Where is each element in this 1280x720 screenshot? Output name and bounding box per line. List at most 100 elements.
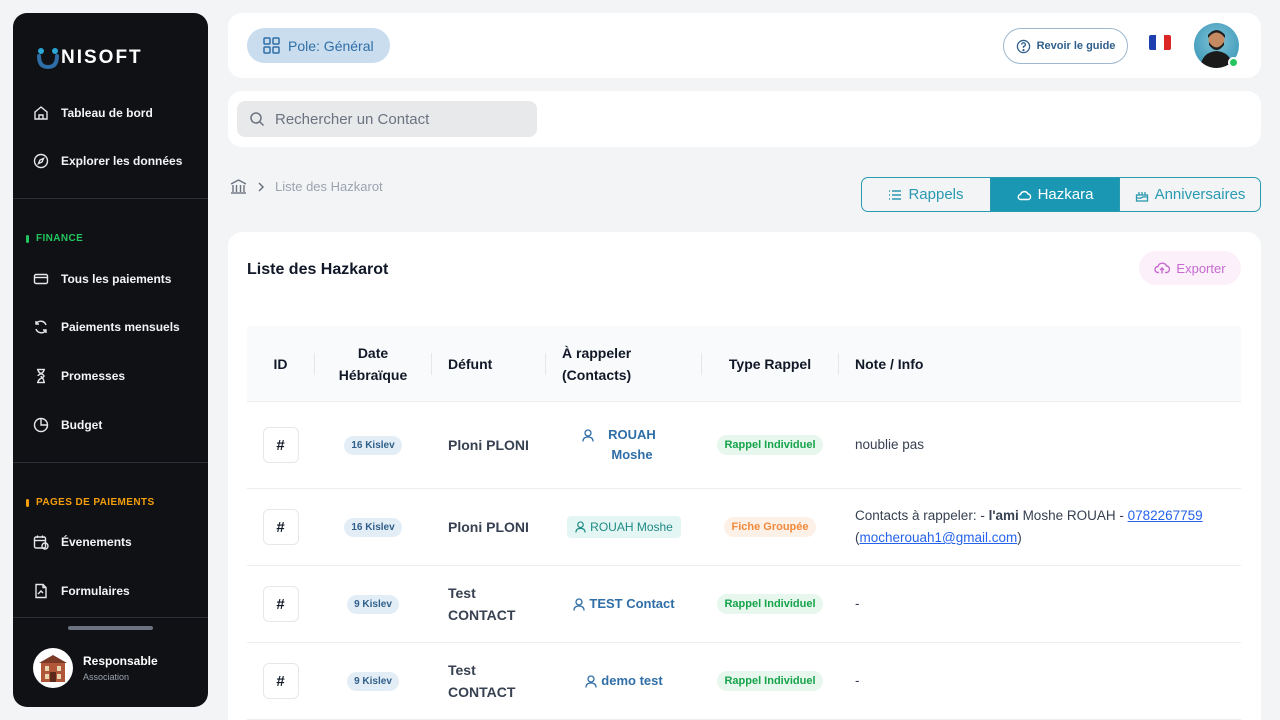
help-circle-icon [1016, 39, 1030, 53]
sidebar-divider [13, 198, 208, 199]
sidebar-item-all-payments[interactable]: Tous les paiements [33, 271, 171, 287]
contact-cell: TEST Contact [562, 566, 686, 642]
user-icon [582, 429, 594, 442]
contact-link[interactable]: ROUAH Moshe [582, 425, 666, 465]
column-separator [431, 353, 432, 375]
tab-hazkara[interactable]: Hazkara [991, 178, 1119, 211]
email-link[interactable]: mocherouah1@gmail.com [860, 530, 1018, 545]
note-cell: noublie pas [855, 402, 1235, 488]
sidebar-item-explore[interactable]: Explorer les données [33, 153, 182, 169]
sidebar-divider [13, 462, 208, 463]
breadcrumb: Liste des Hazkarot [230, 179, 383, 194]
sidebar-item-label: Paiements mensuels [61, 320, 180, 334]
note-cell: Contacts à rappeler: - l'ami Moshe ROUAH… [855, 489, 1235, 565]
section-marker [26, 498, 29, 507]
type-cell: Rappel Individuel [702, 566, 838, 642]
table-row[interactable]: # 16 Kislev Ploni PLONI ROUAH Moshe Fich… [247, 489, 1241, 566]
pole-selector[interactable]: Pole: Général [247, 28, 390, 63]
section-label-payment-pages: PAGES DE PAIEMENTS [26, 497, 155, 508]
column-header-date[interactable]: Date Hébraïque [315, 326, 431, 402]
hebrew-date-badge: 9 Kislev [347, 671, 399, 691]
date-cell: 16 Kislev [315, 489, 431, 565]
date-cell: 9 Kislev [315, 566, 431, 642]
defunt-cell: Test CONTACT [448, 566, 528, 642]
defunt-name: Test CONTACT [448, 662, 516, 700]
contact-name: demo test [601, 673, 663, 688]
note-paren-close: ) [1017, 530, 1022, 545]
contact-chip[interactable]: ROUAH Moshe [567, 516, 681, 538]
credit-card-icon [33, 273, 49, 285]
row-id-button[interactable]: # [262, 427, 299, 463]
guide-button[interactable]: Revoir le guide [1003, 28, 1128, 64]
tab-anniversaires[interactable]: Anniversaires [1119, 178, 1260, 211]
defunt-cell: Ploni PLONI [448, 402, 548, 488]
column-header-id[interactable]: ID [247, 326, 314, 402]
sidebar-item-promises[interactable]: Promesses [33, 368, 125, 384]
user-icon [585, 674, 597, 688]
user-profile[interactable]: Responsable Association [33, 648, 158, 688]
column-header-text: À rappeler (Contacts) [562, 345, 632, 383]
table-row[interactable]: # 16 Kislev Ploni PLONI ROUAH Moshe Rapp… [247, 402, 1241, 489]
home-icon [34, 106, 48, 120]
refresh-icon [35, 320, 47, 334]
chevron-right-icon [258, 181, 265, 192]
user-icon [573, 597, 586, 611]
hourglass-icon [37, 368, 45, 384]
column-header-contacts[interactable]: À rappeler (Contacts) [562, 326, 672, 402]
type-badge: Rappel Individuel [717, 435, 823, 455]
type-cell: Fiche Groupée [702, 489, 838, 565]
defunt-name: Ploni PLONI [448, 519, 529, 535]
date-cell: 16 Kislev [315, 402, 431, 488]
table-row[interactable]: # 9 Kislev Test CONTACT TEST Contact Rap… [247, 566, 1241, 643]
contact-cell: ROUAH Moshe [562, 402, 686, 488]
sidebar-item-forms[interactable]: Formulaires [33, 583, 130, 599]
contact-cell: demo test [562, 643, 686, 719]
cake-icon [1135, 191, 1148, 202]
column-header-note[interactable]: Note / Info [855, 326, 1055, 402]
phone-link[interactable]: 0782267759 [1128, 508, 1203, 523]
note-contact-name: Moshe ROUAH - [1018, 508, 1128, 523]
note-text: noublie pas [855, 437, 925, 452]
bank-icon[interactable] [230, 179, 247, 194]
id-cell: # [247, 643, 314, 719]
tab-label: Hazkara [1037, 186, 1094, 203]
sidebar-item-budget[interactable]: Budget [33, 417, 102, 433]
section-label-finance: FINANCE [26, 233, 83, 244]
row-id-button[interactable]: # [262, 586, 299, 622]
contact-link[interactable]: demo test [585, 671, 663, 691]
tab-rappels[interactable]: Rappels [862, 178, 991, 211]
type-badge: Rappel Individuel [717, 671, 823, 691]
row-id-button[interactable]: # [262, 509, 299, 545]
export-label: Exporter [1176, 260, 1226, 276]
sidebar-item-label: Promesses [61, 369, 126, 383]
sidebar-item-dashboard[interactable]: Tableau de bord [33, 105, 153, 121]
section-marker [26, 234, 29, 243]
export-button[interactable]: Exporter [1139, 251, 1241, 285]
defunt-name: Ploni PLONI [448, 437, 529, 453]
brand-logo[interactable]: NISOFT [37, 47, 143, 69]
sidebar-item-label: Budget [61, 418, 103, 432]
contact-link[interactable]: TEST Contact [573, 594, 675, 614]
tab-label: Anniversaires [1154, 186, 1246, 203]
user-icon [575, 521, 586, 533]
note-cell: - [855, 643, 1235, 719]
row-id-button[interactable]: # [262, 663, 299, 699]
sidebar-item-monthly-payments[interactable]: Paiements mensuels [33, 319, 180, 335]
breadcrumb-current: Liste des Hazkarot [275, 179, 383, 194]
sidebar-item-events[interactable]: Évenements [33, 534, 132, 550]
column-header-defunt[interactable]: Défunt [448, 326, 548, 402]
pie-chart-icon [33, 417, 49, 433]
search-icon [250, 112, 265, 127]
hebrew-date-badge: 9 Kislev [347, 594, 399, 614]
column-header-type[interactable]: Type Rappel [702, 326, 838, 402]
table-header: ID Date Hébraïque Défunt À rappeler (Con… [247, 326, 1241, 402]
online-status-dot [1228, 57, 1239, 68]
language-flag-icon[interactable] [1149, 35, 1171, 50]
table-row[interactable]: # 9 Kislev Test CONTACT demo test Rappel… [247, 643, 1241, 720]
search-input[interactable]: Rechercher un Contact [237, 101, 537, 137]
type-badge: Rappel Individuel [717, 594, 823, 614]
hebrew-date-badge: 16 Kislev [344, 435, 402, 455]
document-icon [35, 583, 47, 599]
sidebar-item-label: Évenements [61, 535, 132, 549]
sidebar-scrollbar[interactable] [68, 626, 153, 630]
